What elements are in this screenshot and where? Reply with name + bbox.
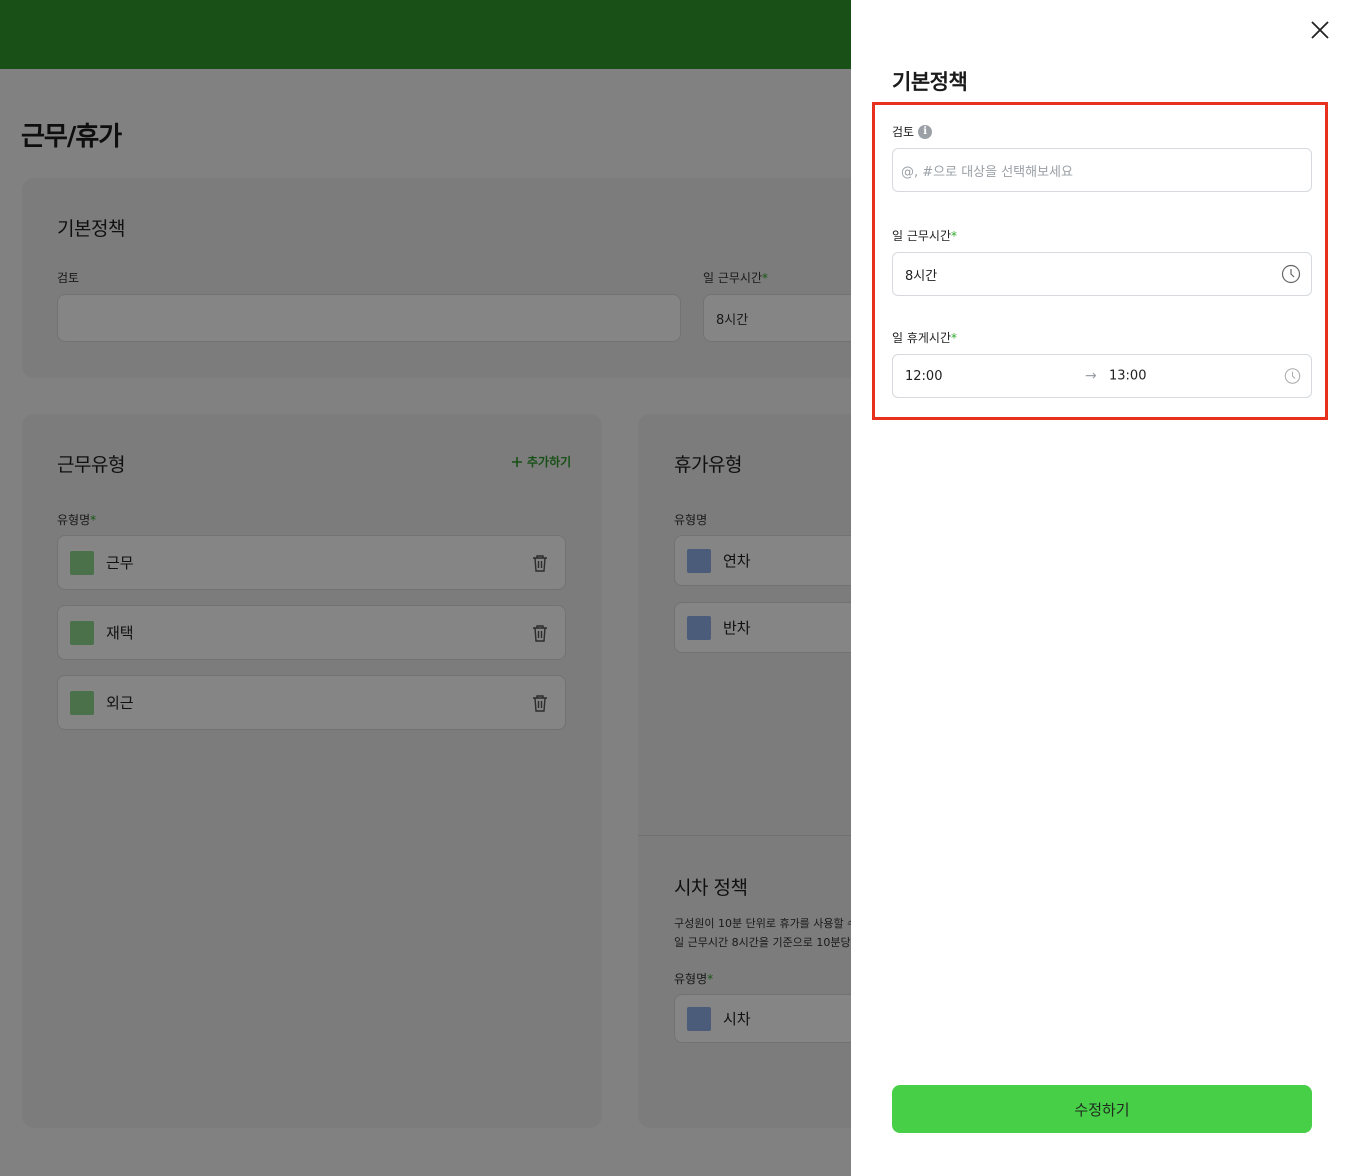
review-target-input[interactable]: @, #으로 대상을 선택해보세요 — [892, 148, 1312, 192]
panel-review-label: 검토 i — [892, 123, 933, 140]
break-end-value[interactable]: 13:00 — [1109, 369, 1146, 384]
panel-break-label: 일 휴게시간* — [892, 331, 958, 345]
break-start-value[interactable]: 12:00 — [905, 369, 942, 384]
panel-work-hours-label: 일 근무시간* — [892, 229, 958, 243]
submit-button[interactable]: 수정하기 — [892, 1085, 1312, 1133]
clock-icon[interactable] — [1281, 264, 1301, 284]
break-time-range-input[interactable]: 12:00 → 13:00 — [892, 354, 1312, 398]
info-icon[interactable]: i — [918, 124, 933, 139]
clock-icon[interactable] — [1284, 368, 1301, 385]
review-placeholder: @, #으로 대상을 선택해보세요 — [901, 164, 1073, 180]
panel-title: 기본정책 — [892, 70, 968, 94]
work-hours-value: 8시간 — [905, 268, 938, 284]
arrow-right-icon: → — [1085, 368, 1097, 384]
close-icon[interactable] — [1308, 18, 1332, 42]
work-hours-input[interactable]: 8시간 — [892, 252, 1312, 296]
